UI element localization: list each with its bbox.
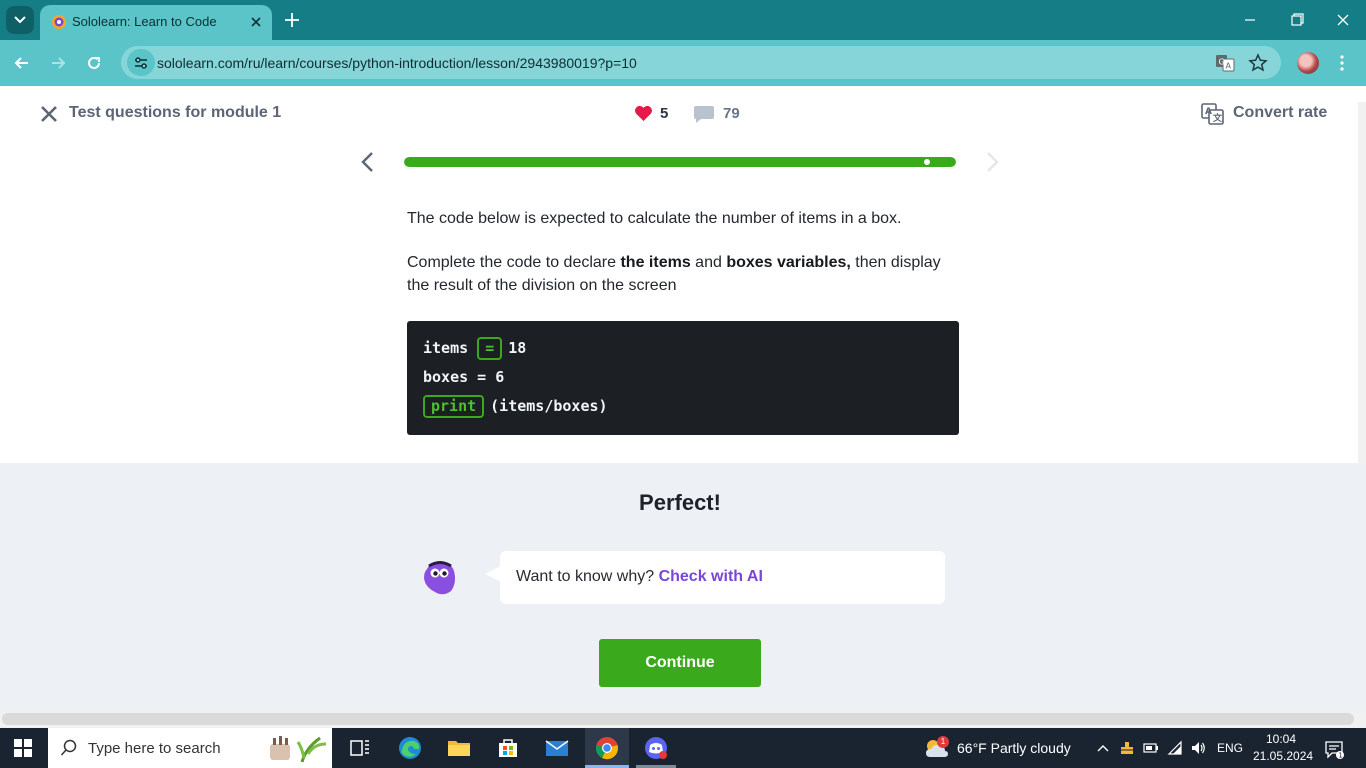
speech-bubble-tail [485, 566, 501, 582]
battery-icon[interactable] [1143, 740, 1159, 756]
code-blank-answer[interactable]: print [423, 394, 485, 418]
chevron-up-icon[interactable] [1095, 740, 1111, 756]
tab-search-button[interactable] [6, 6, 34, 34]
back-icon[interactable] [12, 53, 32, 73]
mascot-icon [424, 561, 455, 595]
taskbar-search[interactable]: Type here to search [48, 728, 332, 768]
chevron-right-icon[interactable] [984, 151, 1000, 173]
code-token: (items/boxes) [490, 397, 608, 415]
network-icon[interactable] [1119, 740, 1135, 756]
question-intro: The code below is expected to calculate … [407, 210, 902, 227]
svg-text:文: 文 [1212, 112, 1223, 124]
url-text[interactable]: sololearn.com/ru/learn/courses/python-in… [157, 55, 637, 71]
code-token: boxes = 6 [423, 368, 505, 386]
comments-count[interactable]: 79 [723, 105, 740, 122]
progress-fill [404, 157, 956, 167]
check-with-ai-link[interactable]: Check with AI [659, 568, 763, 585]
site-info-icon [135, 56, 147, 69]
weather-notification-badge: 1 [937, 736, 949, 748]
svg-text:A: A [1205, 107, 1212, 117]
task-view-icon[interactable] [348, 736, 372, 760]
bubble-text: Want to know why? Check with AI [516, 568, 763, 586]
result-panel: Perfect! Want to know why? Check with AI… [0, 463, 1366, 711]
code-blank-answer[interactable]: = [477, 336, 503, 360]
ai-speech-bubble: Want to know why? Check with AI [500, 551, 945, 604]
sololearn-favicon [52, 15, 66, 29]
scrollbar-thumb[interactable] [2, 713, 1354, 725]
language-indicator[interactable]: ENG [1217, 741, 1243, 755]
close-icon[interactable] [40, 105, 58, 123]
tab-title: Sololearn: Learn to Code [72, 14, 217, 29]
heart-icon [635, 105, 652, 121]
svg-text:1: 1 [1338, 752, 1342, 760]
minimize-icon[interactable] [1240, 12, 1260, 28]
code-token: items [423, 339, 478, 357]
tab-search-icon [14, 16, 26, 24]
plus-icon[interactable] [283, 11, 301, 29]
wifi-icon[interactable] [1167, 740, 1183, 756]
hearts-count: 5 [660, 105, 669, 122]
windows-taskbar: Type here to search 1 66°F Partly cloudy… [0, 728, 1366, 768]
translate-icon[interactable]: GA [1215, 53, 1235, 73]
code-line-3: print (items/boxes) [423, 394, 608, 418]
clock-time[interactable]: 10:04 [1266, 732, 1296, 746]
comment-icon[interactable] [693, 105, 715, 124]
chevron-left-icon[interactable] [360, 151, 376, 173]
forward-icon[interactable] [48, 53, 68, 73]
convert-rate-button[interactable]: Convert rate [1233, 104, 1327, 122]
progress-current-marker [924, 159, 930, 165]
tab-strip: Sololearn: Learn to Code [0, 0, 1366, 40]
kebab-menu-icon[interactable] [1335, 53, 1349, 73]
star-icon[interactable] [1248, 53, 1268, 73]
reload-icon[interactable] [84, 53, 104, 73]
translate-icon[interactable]: A文 [1201, 103, 1224, 125]
window-close-icon[interactable] [1333, 11, 1353, 29]
svg-text:A: A [1226, 62, 1232, 71]
lesson-title: Test questions for module 1 [69, 104, 282, 121]
restore-icon[interactable] [1287, 12, 1307, 28]
bubble-prefix: Want to know why? [516, 568, 659, 585]
weather-text[interactable]: 66°F Partly cloudy [957, 740, 1071, 756]
code-token: 18 [508, 339, 527, 357]
code-line-2: boxes = 6 [423, 365, 504, 389]
search-icon [60, 739, 77, 756]
code-line-1: items = 18 [423, 336, 526, 360]
browser-toolbar: sololearn.com/ru/learn/courses/python-in… [0, 40, 1366, 86]
svg-text:G: G [1219, 58, 1225, 67]
clock-date[interactable]: 21.05.2024 [1253, 749, 1313, 763]
file-explorer-icon[interactable] [447, 736, 471, 760]
lesson-progress-bar [404, 157, 956, 167]
question-instruction: Complete the code to declare the items a… [407, 251, 959, 297]
code-block: items = 18 boxes = 6 print (items/boxes) [407, 321, 959, 435]
result-title: Perfect! [639, 490, 721, 515]
chrome-icon[interactable] [595, 736, 619, 760]
mail-icon[interactable] [545, 736, 569, 760]
lesson-page: Test questions for module 1 5 79 A文 Conv… [0, 86, 1366, 712]
question-text: Complete the code to declare [407, 254, 621, 271]
question-text: and [690, 254, 727, 271]
discord-icon[interactable] [644, 736, 668, 760]
volume-icon[interactable] [1190, 740, 1206, 756]
edge-icon[interactable] [398, 736, 422, 760]
browser-tab-active[interactable]: Sololearn: Learn to Code [40, 5, 272, 40]
search-highlight-icon [270, 736, 327, 763]
address-bar[interactable]: sololearn.com/ru/learn/courses/python-in… [121, 46, 1281, 79]
question-keyword: boxes variables, [726, 254, 851, 271]
profile-avatar[interactable] [1297, 52, 1319, 74]
question-keyword: the items [620, 254, 691, 271]
search-placeholder: Type here to search [88, 740, 221, 757]
horizontal-scrollbar[interactable] [0, 711, 1366, 728]
windows-icon[interactable] [14, 739, 32, 757]
notification-icon[interactable]: 1 [1324, 739, 1344, 759]
continue-button[interactable]: Continue [599, 639, 761, 687]
store-icon[interactable] [496, 736, 520, 760]
close-icon[interactable] [248, 14, 264, 30]
site-info-button[interactable] [127, 49, 155, 76]
